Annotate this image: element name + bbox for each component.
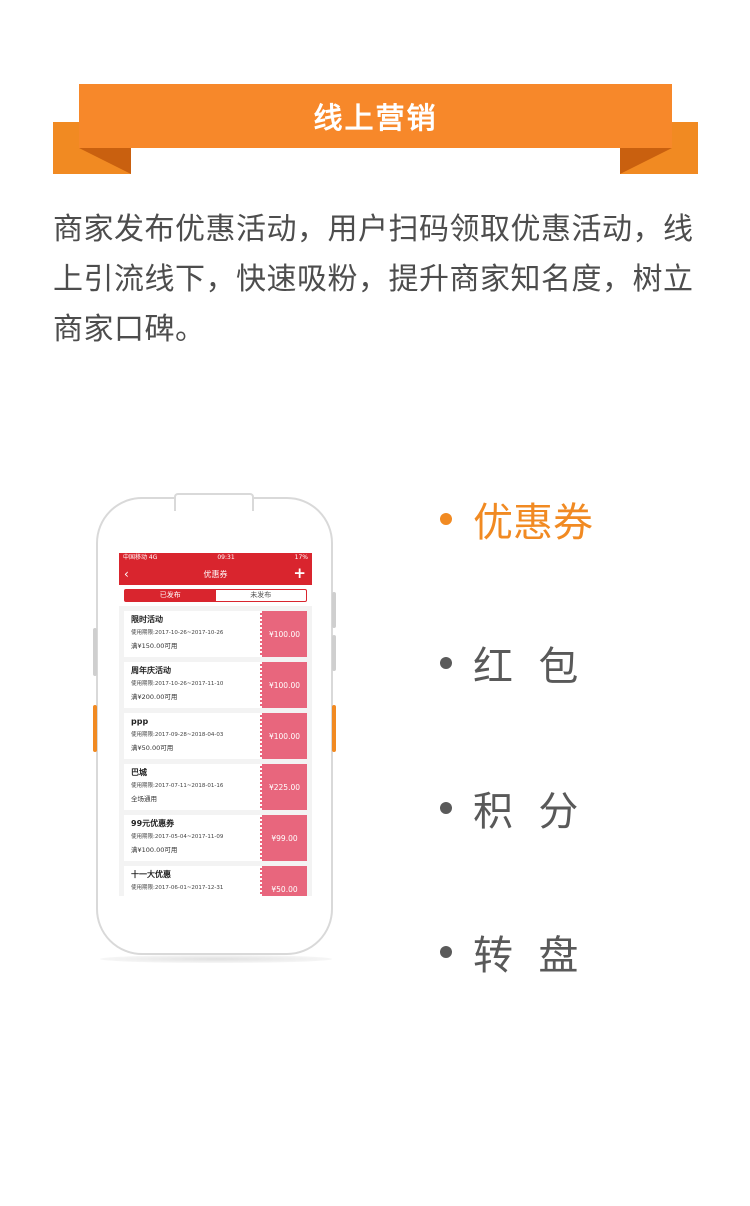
- coupon-name: 巴城: [131, 768, 147, 777]
- coupon-value: ¥99.00: [260, 815, 307, 861]
- phone-screen: 中国移动 4G 09:31 17% ‹ 优惠券 + 已发布 未发布 限时活动 使…: [119, 553, 312, 896]
- bullet-icon: [440, 946, 452, 958]
- phone-side-button-accent: [93, 705, 97, 752]
- coupon-info: 周年庆活动 使用期限:2017-10-26~2017-11-10 满¥200.0…: [124, 662, 260, 708]
- coupon-condition: 满¥50.00可用: [131, 744, 174, 752]
- coupon-period: 使用期限:2017-06-01~2017-12-31: [131, 885, 224, 891]
- coupon-condition: 满¥150.00可用: [131, 642, 178, 650]
- coupon-condition: 满¥100.00可用: [131, 846, 178, 854]
- phone-side-button: [93, 628, 97, 676]
- nav-bar: ‹ 优惠券 +: [119, 563, 312, 585]
- coupon-name: 99元优惠券: [131, 819, 175, 828]
- coupon-info: ppp 使用期限:2017-09-28~2018-04-03 满¥50.00可用: [124, 713, 260, 759]
- feature-item-red-packet[interactable]: 红 包: [440, 634, 578, 692]
- coupon-info: 十一大优惠 使用期限:2017-06-01~2017-12-31: [124, 866, 260, 896]
- add-icon[interactable]: +: [293, 565, 306, 581]
- coupon-period: 使用期限:2017-10-26~2017-11-10: [131, 681, 224, 687]
- section-banner: 线上营销: [0, 0, 750, 180]
- feature-item-points[interactable]: 积 分: [440, 779, 578, 837]
- coupon-value: ¥50.00: [260, 866, 307, 896]
- bullet-icon: [440, 513, 452, 525]
- feature-label: 积 分: [473, 789, 579, 835]
- coupon-name: 十一大优惠: [131, 870, 171, 879]
- segment-control: 已发布 未发布: [124, 589, 307, 602]
- banner-fold-right: [620, 148, 672, 174]
- segment-control-wrap: 已发布 未发布: [119, 585, 312, 606]
- coupon-info: 巴城 使用期限:2017-07-11~2018-01-16 全场通用: [124, 764, 260, 810]
- coupon-name: 限时活动: [131, 615, 163, 624]
- coupon-card[interactable]: 99元优惠券 使用期限:2017-05-04~2017-11-09 满¥100.…: [124, 815, 307, 861]
- status-bar: 中国移动 4G 09:31 17%: [119, 553, 312, 563]
- coupon-value: ¥225.00: [260, 764, 307, 810]
- feature-label: 红 包: [473, 644, 579, 690]
- nav-title: 优惠券: [203, 569, 228, 579]
- status-carrier: 中国移动 4G: [123, 554, 158, 561]
- coupon-info: 99元优惠券 使用期限:2017-05-04~2017-11-09 满¥100.…: [124, 815, 260, 861]
- tab-unpublished[interactable]: 未发布: [216, 590, 307, 601]
- phone-side-button-accent: [332, 705, 336, 752]
- feature-label: 优惠券: [473, 500, 593, 546]
- phone-side-button: [332, 592, 336, 628]
- coupon-info: 限时活动 使用期限:2017-10-26~2017-10-26 满¥150.00…: [124, 611, 260, 657]
- coupon-card[interactable]: 巴城 使用期限:2017-07-11~2018-01-16 全场通用 ¥225.…: [124, 764, 307, 810]
- phone-side-button: [332, 635, 336, 671]
- banner-ribbon: 线上营销: [79, 84, 672, 148]
- coupon-period: 使用期限:2017-09-28~2018-04-03: [131, 732, 224, 738]
- coupon-card[interactable]: 限时活动 使用期限:2017-10-26~2017-10-26 满¥150.00…: [124, 611, 307, 657]
- coupon-period: 使用期限:2017-07-11~2018-01-16: [131, 783, 224, 789]
- coupon-condition: 全场通用: [131, 795, 157, 803]
- section-title: 线上营销: [313, 101, 438, 135]
- coupon-value: ¥100.00: [260, 713, 307, 759]
- feature-item-coupon[interactable]: 优惠券: [440, 490, 593, 548]
- coupon-condition: 满¥200.00可用: [131, 693, 178, 701]
- coupon-card[interactable]: 周年庆活动 使用期限:2017-10-26~2017-11-10 满¥200.0…: [124, 662, 307, 708]
- feature-item-wheel[interactable]: 转 盘: [440, 923, 578, 981]
- banner-fold-left: [79, 148, 131, 174]
- feature-label: 转 盘: [473, 933, 579, 979]
- coupon-period: 使用期限:2017-05-04~2017-11-09: [131, 834, 224, 840]
- coupon-period: 使用期限:2017-10-26~2017-10-26: [131, 630, 224, 636]
- back-icon[interactable]: ‹: [124, 566, 129, 582]
- status-battery: 17%: [294, 554, 308, 561]
- section-description: 商家发布优惠活动，用户扫码领取优惠活动，线上引流线下，快速吸粉，提升商家知名度，…: [53, 212, 694, 347]
- phone-top-tab: [174, 493, 254, 513]
- coupon-card[interactable]: ppp 使用期限:2017-09-28~2018-04-03 满¥50.00可用…: [124, 713, 307, 759]
- coupon-name: 周年庆活动: [131, 666, 171, 675]
- coupon-name: ppp: [131, 717, 149, 726]
- bullet-icon: [440, 802, 452, 814]
- coupon-list: 限时活动 使用期限:2017-10-26~2017-10-26 满¥150.00…: [119, 611, 312, 896]
- coupon-value: ¥100.00: [260, 662, 307, 708]
- phone-shadow: [100, 955, 332, 963]
- coupon-card[interactable]: 十一大优惠 使用期限:2017-06-01~2017-12-31 ¥50.00: [124, 866, 307, 896]
- coupon-value: ¥100.00: [260, 611, 307, 657]
- status-time: 09:31: [217, 554, 235, 561]
- bullet-icon: [440, 657, 452, 669]
- tab-published[interactable]: 已发布: [125, 590, 216, 601]
